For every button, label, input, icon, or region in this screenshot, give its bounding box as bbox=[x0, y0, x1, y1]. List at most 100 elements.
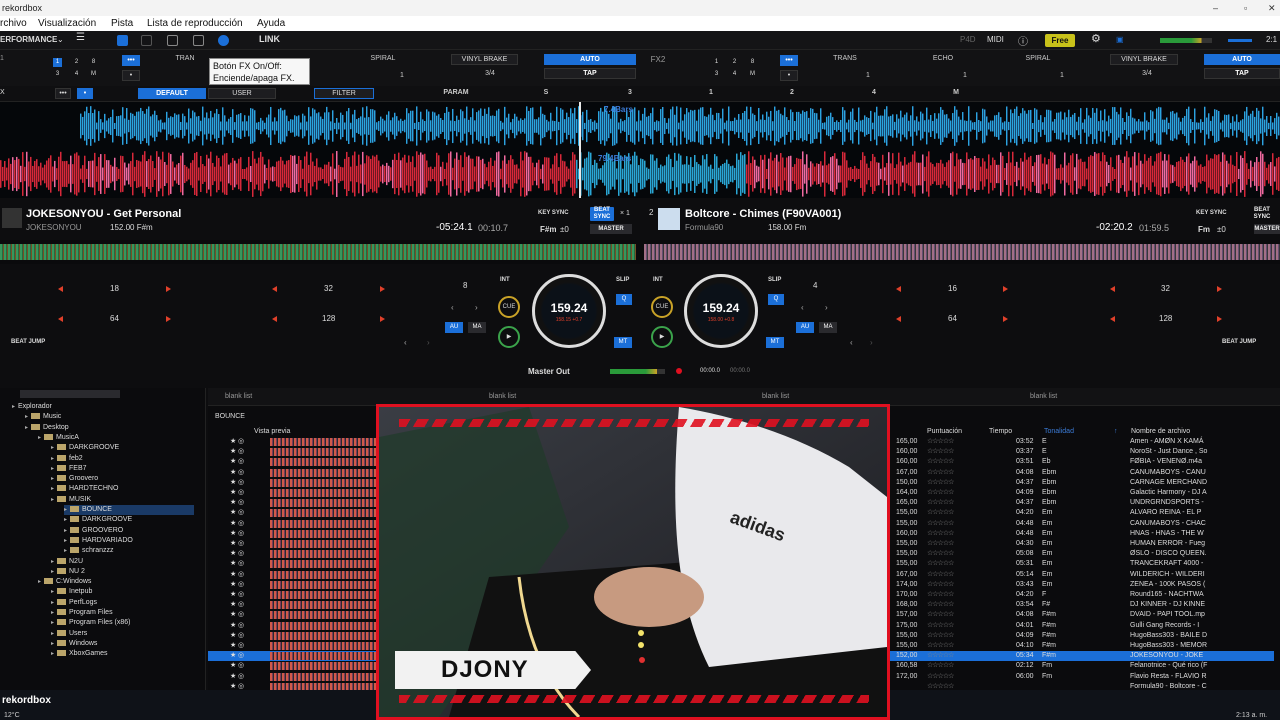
tree-toolbar[interactable] bbox=[20, 390, 120, 398]
loop-right-icon[interactable] bbox=[1217, 316, 1222, 322]
menu-help[interactable]: Ayuda bbox=[257, 16, 285, 31]
deck2-page-prev-icon[interactable]: ‹ bbox=[850, 338, 853, 347]
fx2-on-button[interactable]: • bbox=[780, 70, 798, 81]
tree-node[interactable]: ▸ MUSIK bbox=[51, 495, 194, 505]
free-badge[interactable]: Free bbox=[1045, 34, 1075, 47]
grid-icon[interactable] bbox=[167, 35, 178, 46]
deck1-pad-b[interactable]: 32 bbox=[324, 284, 333, 293]
deck1-play-button[interactable]: ▶ bbox=[498, 326, 520, 348]
fx1-auto-button[interactable]: AUTO bbox=[544, 54, 636, 65]
loop-right-icon[interactable] bbox=[380, 286, 385, 292]
fx1-slot4-select[interactable]: VINYL BRAKE bbox=[451, 54, 518, 65]
deck2-beatsync[interactable]: BEAT SYNC bbox=[1250, 207, 1274, 221]
deck2-page-next-icon[interactable]: › bbox=[870, 338, 873, 347]
minimize-button[interactable]: – bbox=[1213, 0, 1218, 16]
loop-left-icon[interactable] bbox=[58, 286, 63, 292]
loop-right-icon[interactable] bbox=[1003, 316, 1008, 322]
loop-left-icon[interactable] bbox=[58, 316, 63, 322]
blank-list-2[interactable]: blank list bbox=[489, 393, 516, 400]
tree-node[interactable]: ▸ NU 2 bbox=[51, 567, 194, 577]
chevron-down-icon[interactable]: ⌄ bbox=[57, 35, 64, 44]
tree-node[interactable]: ▸ Desktop bbox=[25, 423, 194, 433]
deck2-jog-wheel[interactable]: 159.24 158.00 +0.8 bbox=[684, 274, 758, 348]
fx1-beat-m[interactable]: M bbox=[89, 70, 98, 79]
col-rating[interactable]: Puntuación bbox=[927, 428, 962, 435]
deck2-keysync[interactable]: KEY SYNC bbox=[1196, 210, 1227, 216]
deck2-beatjump-select[interactable]: BEAT JUMP bbox=[1222, 339, 1256, 345]
tree-node[interactable]: ▸ MusicA bbox=[38, 433, 194, 443]
deck2-quantize-button[interactable]: Q bbox=[768, 294, 784, 305]
link-button[interactable]: LINK bbox=[259, 34, 280, 44]
gear-icon[interactable]: ⚙ bbox=[1091, 32, 1101, 45]
deck2-waveform[interactable] bbox=[0, 150, 1280, 198]
taskbar-app[interactable]: rekordbox bbox=[2, 695, 51, 706]
deck2-play-button[interactable]: ▶ bbox=[651, 326, 673, 348]
record-indicator-icon[interactable] bbox=[676, 368, 682, 374]
deck1-pad-a[interactable]: 18 bbox=[110, 284, 119, 293]
loop-right-icon[interactable] bbox=[380, 316, 385, 322]
deck1-mt-button[interactable]: MT bbox=[614, 337, 632, 348]
col-key[interactable]: Tonalidad bbox=[1044, 428, 1074, 435]
close-button[interactable]: ✕ bbox=[1268, 0, 1276, 16]
deck1-overview[interactable] bbox=[0, 244, 636, 260]
fx2-beat-2[interactable]: 2 bbox=[730, 58, 739, 67]
tree-node[interactable]: ▸ Program Files (x86) bbox=[51, 618, 194, 628]
tree-node[interactable]: ▸ PerfLogs bbox=[51, 598, 194, 608]
deck2-mt-button[interactable]: MT bbox=[766, 337, 784, 348]
deck1-pad-d[interactable]: 128 bbox=[322, 314, 335, 323]
deck1-slip-button[interactable]: SLIP bbox=[616, 277, 629, 283]
fx1-tap-button[interactable]: TAP bbox=[544, 68, 636, 79]
deck2-overview[interactable] bbox=[644, 244, 1280, 260]
col-time[interactable]: Tiempo bbox=[989, 428, 1012, 435]
fx1-beat-5[interactable]: 4 bbox=[72, 70, 81, 79]
menu-view[interactable]: Visualización bbox=[38, 16, 96, 31]
deck1-ma-button[interactable]: MA bbox=[468, 322, 486, 333]
layout-browse-icon[interactable] bbox=[141, 35, 152, 46]
sort-up-icon[interactable]: ↑ bbox=[1114, 428, 1118, 435]
loop-left-icon[interactable] bbox=[272, 316, 277, 322]
tree-node[interactable]: ▸ Explorador bbox=[12, 402, 194, 412]
loop-right-icon[interactable] bbox=[1217, 286, 1222, 292]
deck1-loop-half-icon[interactable]: ‹ bbox=[451, 303, 454, 312]
fx2-more-button[interactable]: ••• bbox=[780, 55, 798, 66]
menu-track[interactable]: Pista bbox=[111, 16, 133, 31]
master-out-label[interactable]: Master Out bbox=[528, 367, 570, 376]
deck2-slip-button[interactable]: SLIP bbox=[768, 277, 781, 283]
fx2-auto-button[interactable]: AUTO bbox=[1204, 54, 1280, 65]
deck1-int-select[interactable]: INT bbox=[500, 277, 510, 283]
deck1-jog-wheel[interactable]: 159.24 158.15 +0.7 bbox=[532, 274, 606, 348]
tree-node[interactable]: ▸ HARDVARIADO bbox=[64, 536, 194, 546]
deck1-cue-button[interactable]: CUE bbox=[498, 296, 520, 318]
loop-right-icon[interactable] bbox=[166, 316, 171, 322]
enlarged-waveforms[interactable]: 7.4Bars 79.4Bars bbox=[0, 102, 1280, 198]
tree-node[interactable]: ▸ Users bbox=[51, 629, 194, 639]
tree-node[interactable]: ▸ feb2 bbox=[51, 454, 194, 464]
mode-selector[interactable]: ERFORMANCE bbox=[0, 35, 57, 44]
fx2-tap-button[interactable]: TAP bbox=[1204, 68, 1280, 79]
deck2-pad-a[interactable]: 16 bbox=[948, 284, 957, 293]
col-filename[interactable]: Nombre de archivo bbox=[1131, 428, 1190, 435]
tree-node[interactable]: ▸ Windows bbox=[51, 639, 194, 649]
fx2-beat-4[interactable]: 3 bbox=[712, 70, 721, 79]
default-tab[interactable]: DEFAULT bbox=[138, 88, 206, 99]
menu-lines-icon[interactable]: ☰ bbox=[76, 32, 85, 43]
deck2-loop-half-icon[interactable]: ‹ bbox=[801, 303, 804, 312]
tree-node[interactable]: ▸ schranzzz bbox=[64, 546, 194, 556]
mixer-icon[interactable] bbox=[193, 35, 204, 46]
fx1-more-button[interactable]: ••• bbox=[122, 55, 140, 66]
fx2-beat-1[interactable]: 1 bbox=[712, 58, 721, 67]
tree-node[interactable]: ▸ Inetpub bbox=[51, 587, 194, 597]
tree-node[interactable]: ▸ Groovero bbox=[51, 474, 194, 484]
deck2-cue-button[interactable]: CUE bbox=[651, 296, 673, 318]
loop-left-icon[interactable] bbox=[272, 286, 277, 292]
tree-node[interactable]: ▸ HARDTECHNO bbox=[51, 484, 194, 494]
fx2-slot4-select[interactable]: VINYL BRAKE bbox=[1110, 54, 1178, 65]
deck2-pad-b[interactable]: 32 bbox=[1161, 284, 1170, 293]
record-icon[interactable]: ▣ bbox=[1116, 35, 1124, 44]
tree-node[interactable]: ▸ FEB7 bbox=[51, 464, 194, 474]
deck2-master-button[interactable]: MASTER bbox=[1254, 224, 1280, 234]
fx2-beat-m[interactable]: M bbox=[748, 70, 757, 79]
sfx-more-button[interactable]: ••• bbox=[55, 88, 71, 99]
tree-node[interactable]: ▸ GROOVERO bbox=[64, 526, 194, 536]
deck1-beatjump-select[interactable]: BEAT JUMP bbox=[11, 339, 45, 345]
